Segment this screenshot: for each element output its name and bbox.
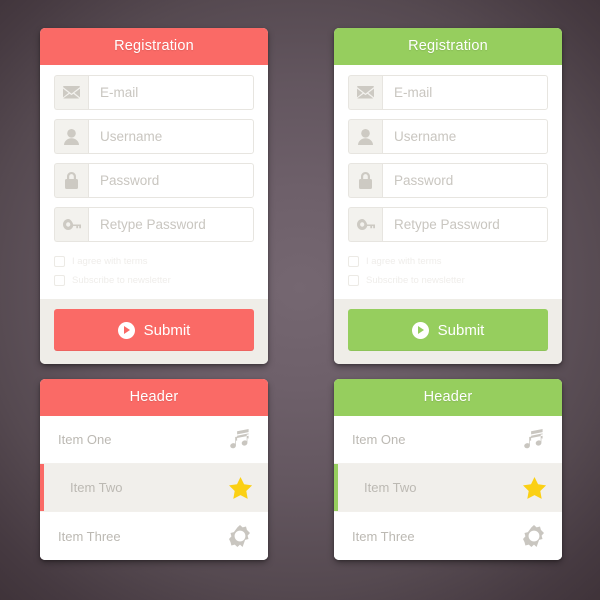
password-field-row: Password — [348, 163, 548, 198]
registration-footer-red: Submit — [40, 299, 268, 364]
list-card-green: Header Item One Item Two Item Three — [334, 379, 562, 560]
list-item-label: Item Two — [70, 480, 123, 495]
list-item[interactable]: Item Three — [334, 512, 562, 560]
registration-card-red: Registration E-mail Username Password Re… — [40, 28, 268, 364]
email-field-row: E-mail — [348, 75, 548, 110]
envelope-icon — [348, 75, 382, 110]
list-item-label: Item One — [58, 432, 112, 447]
music-note-icon — [522, 428, 546, 452]
newsletter-label: Subscribe to newsletter — [72, 275, 171, 286]
list-red: Item One Item Two Item Three — [40, 416, 268, 560]
submit-button[interactable]: Submit — [348, 309, 548, 351]
lock-icon — [348, 163, 382, 198]
key-icon — [348, 207, 382, 242]
agree-terms-checkbox-row[interactable]: I agree with terms — [54, 253, 254, 270]
newsletter-checkbox-row[interactable]: Subscribe to newsletter — [348, 272, 548, 289]
submit-button-label: Submit — [437, 321, 485, 339]
card-header-title: Registration — [334, 28, 562, 65]
list-item[interactable]: Item One — [334, 416, 562, 464]
email-input[interactable]: E-mail — [382, 75, 548, 110]
play-circle-icon — [117, 321, 135, 339]
list-card-red: Header Item One Item Two Item Three — [40, 379, 268, 560]
newsletter-label: Subscribe to newsletter — [366, 275, 465, 286]
star-icon — [522, 476, 546, 500]
username-input[interactable]: Username — [382, 119, 548, 154]
list-item-label: Item One — [352, 432, 406, 447]
agree-terms-checkbox[interactable] — [348, 256, 359, 267]
sunburst-icon — [228, 524, 252, 548]
newsletter-checkbox-row[interactable]: Subscribe to newsletter — [54, 272, 254, 289]
user-icon — [348, 119, 382, 154]
star-icon — [228, 476, 252, 500]
email-input[interactable]: E-mail — [88, 75, 254, 110]
ui-kit-stage: Registration E-mail Username Password Re… — [0, 0, 600, 600]
list-item-label: Item Three — [58, 528, 121, 544]
email-field-row: E-mail — [54, 75, 254, 110]
newsletter-checkbox[interactable] — [54, 275, 65, 286]
username-input[interactable]: Username — [88, 119, 254, 154]
play-circle-icon — [411, 321, 429, 339]
music-note-icon — [228, 428, 252, 452]
registration-form-green: E-mail Username Password Retype Password — [334, 65, 562, 299]
key-icon — [54, 207, 88, 242]
retype-password-input[interactable]: Retype Password — [382, 207, 548, 242]
card-header-title: Header — [40, 379, 268, 416]
list-item-label: Item Three — [352, 528, 415, 544]
username-field-row: Username — [54, 119, 254, 154]
agree-terms-checkbox[interactable] — [54, 256, 65, 267]
card-header-title: Registration — [40, 28, 268, 65]
registration-footer-green: Submit — [334, 299, 562, 364]
password-input[interactable]: Password — [88, 163, 254, 198]
retype-password-field-row: Retype Password — [54, 207, 254, 242]
list-green: Item One Item Two Item Three — [334, 416, 562, 560]
list-item-label: Item Two — [364, 480, 417, 495]
password-input[interactable]: Password — [382, 163, 548, 198]
registration-card-green: Registration E-mail Username Password Re… — [334, 28, 562, 364]
list-item[interactable]: Item Two — [334, 464, 562, 512]
sunburst-icon — [522, 524, 546, 548]
agree-terms-label: I agree with terms — [366, 256, 442, 267]
list-item[interactable]: Item One — [40, 416, 268, 464]
list-item[interactable]: Item Three — [40, 512, 268, 560]
submit-button[interactable]: Submit — [54, 309, 254, 351]
envelope-icon — [54, 75, 88, 110]
agreement-checkbox-group: I agree with terms Subscribe to newslett… — [348, 251, 548, 297]
retype-password-input[interactable]: Retype Password — [88, 207, 254, 242]
list-item[interactable]: Item Two — [40, 464, 268, 512]
registration-form-red: E-mail Username Password Retype Password — [40, 65, 268, 299]
username-field-row: Username — [348, 119, 548, 154]
user-icon — [54, 119, 88, 154]
password-field-row: Password — [54, 163, 254, 198]
retype-password-field-row: Retype Password — [348, 207, 548, 242]
submit-button-label: Submit — [143, 321, 191, 339]
agreement-checkbox-group: I agree with terms Subscribe to newslett… — [54, 251, 254, 297]
agree-terms-label: I agree with terms — [72, 256, 148, 267]
agree-terms-checkbox-row[interactable]: I agree with terms — [348, 253, 548, 270]
card-header-title: Header — [334, 379, 562, 416]
lock-icon — [54, 163, 88, 198]
newsletter-checkbox[interactable] — [348, 275, 359, 286]
